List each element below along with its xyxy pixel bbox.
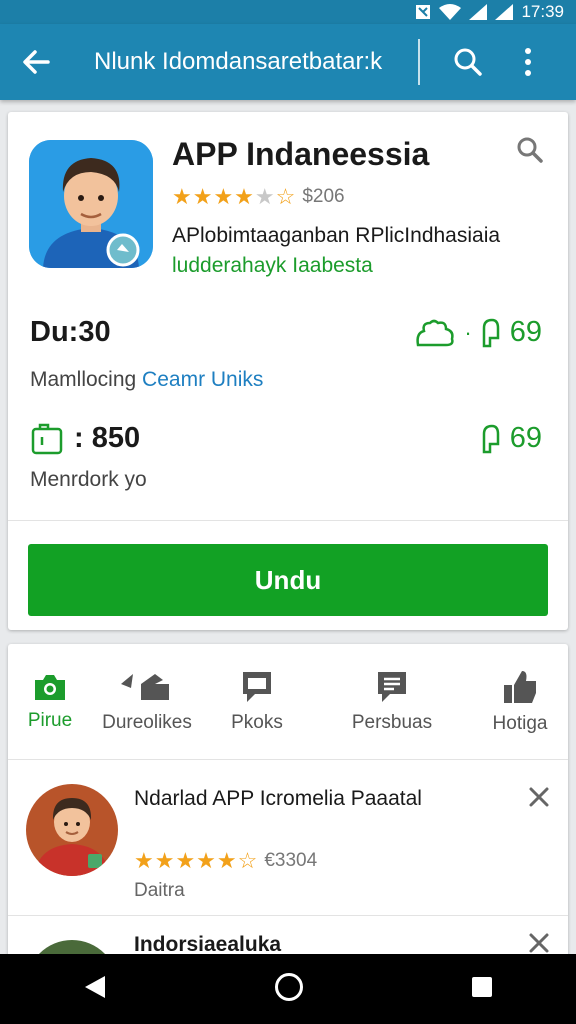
meta-link[interactable]: Ceamr Uniks bbox=[142, 368, 263, 391]
search-icon bbox=[454, 48, 482, 76]
thumbs-icon bbox=[482, 318, 499, 347]
tab-bar: Pirue Dureolikes Pkoks Persbuas Hotiga bbox=[8, 644, 568, 760]
close-icon bbox=[529, 933, 549, 953]
app-developer[interactable]: ludderahayk Iaabesta bbox=[172, 254, 373, 278]
more-vert-icon bbox=[525, 48, 531, 76]
notification-icon bbox=[416, 5, 431, 19]
size-likes-stat: 69 bbox=[480, 422, 542, 455]
thumbs-icon bbox=[482, 424, 499, 453]
likes-stat: · 69 bbox=[414, 316, 542, 349]
battery-icon bbox=[495, 4, 514, 20]
tab-persbuas[interactable]: Persbuas bbox=[312, 644, 472, 759]
size-value: : 850 bbox=[74, 422, 141, 454]
app-icon bbox=[29, 140, 153, 268]
app-details-card: APP Indaneessia ★★★★★☆ $206 APlobimtaaga… bbox=[8, 112, 568, 630]
avatar bbox=[26, 784, 118, 876]
tab-label: Hotiga bbox=[492, 712, 548, 734]
tab-pkoks[interactable]: Pkoks bbox=[202, 644, 312, 759]
chat-icon bbox=[243, 671, 271, 702]
clipboard-icon bbox=[31, 423, 63, 454]
thumbs-up-icon bbox=[504, 670, 536, 703]
search-icon bbox=[517, 137, 543, 163]
tab-label: Pirue bbox=[27, 709, 73, 731]
tab-label: Persbuas bbox=[351, 711, 433, 733]
star-rating: ★★★★★☆ bbox=[134, 848, 259, 873]
search-button[interactable] bbox=[438, 24, 498, 100]
more-options-button[interactable] bbox=[498, 24, 558, 100]
meta-line: Mamllocing Ceamr Uniks bbox=[30, 368, 263, 392]
nav-recents-button[interactable] bbox=[471, 976, 493, 1003]
review-rating-count: €3304 bbox=[264, 850, 318, 871]
duration: Du:30 bbox=[30, 316, 111, 348]
close-icon bbox=[529, 787, 549, 807]
app-bar: Nlunk Idomdansaretbatar:k bbox=[0, 24, 576, 100]
tab-dureolikes[interactable]: Dureolikes bbox=[92, 644, 202, 759]
app-rating: ★★★★★☆ $206 bbox=[172, 184, 345, 210]
tab-label: Dureolikes bbox=[102, 711, 192, 733]
nav-back-button[interactable] bbox=[83, 974, 107, 1005]
card-search-button[interactable] bbox=[516, 136, 544, 169]
title-divider bbox=[418, 39, 420, 85]
nav-recents-icon bbox=[471, 976, 492, 997]
app-bar-title: Nlunk Idomdansaretbatar:k bbox=[94, 48, 383, 75]
share-icon bbox=[121, 673, 169, 700]
back-button[interactable] bbox=[0, 24, 72, 100]
review-rating: ★★★★★☆ €3304 bbox=[134, 848, 317, 874]
reviews-card: Pirue Dureolikes Pkoks Persbuas Hotiga N… bbox=[8, 644, 568, 1024]
star-rating: ★★★★★☆ bbox=[172, 184, 297, 209]
status-bar: 17:39 bbox=[0, 0, 576, 24]
review-title: Ndarlad APP Icromelia Paaatal bbox=[134, 787, 422, 810]
review-author: Daitra bbox=[134, 880, 185, 901]
wifi-icon bbox=[439, 4, 462, 20]
size-likes-count: 69 bbox=[509, 422, 542, 454]
divider bbox=[8, 520, 568, 521]
rating-count: $206 bbox=[302, 186, 345, 207]
tab-hotiga[interactable]: Hotiga bbox=[472, 644, 568, 759]
app-description: APlobimtaaganban RPlicIndhasiaia bbox=[172, 224, 501, 247]
system-nav-bar bbox=[0, 954, 576, 1024]
nav-home-button[interactable] bbox=[274, 972, 304, 1007]
install-button[interactable]: Undu bbox=[28, 544, 548, 616]
tab-pirue[interactable]: Pirue bbox=[8, 644, 92, 759]
meta-label: Mamllocing bbox=[30, 368, 137, 391]
nav-home-icon bbox=[274, 972, 303, 1001]
camera-icon bbox=[35, 674, 65, 700]
review-icon bbox=[378, 671, 406, 702]
app-name: APP Indaneessia bbox=[172, 136, 430, 172]
nav-back-icon bbox=[85, 975, 106, 998]
clock: 17:39 bbox=[521, 2, 564, 21]
puzzle-icon bbox=[416, 319, 455, 346]
tab-label: Pkoks bbox=[231, 711, 283, 733]
meta-secondary: Menrdork yo bbox=[30, 468, 147, 491]
back-arrow-icon bbox=[23, 50, 50, 74]
likes-count: 69 bbox=[509, 316, 542, 348]
dismiss-review-button[interactable] bbox=[528, 786, 550, 813]
signal-icon bbox=[469, 4, 488, 20]
review-item[interactable]: Ndarlad APP Icromelia Paaatal ★★★★★☆ €33… bbox=[8, 784, 568, 916]
size-stat: : 850 bbox=[30, 422, 140, 455]
